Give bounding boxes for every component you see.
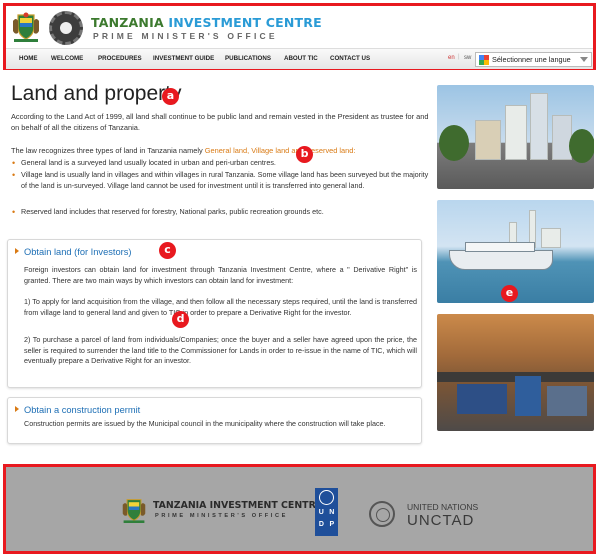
nav-item-investment-guide[interactable]: INVESTMENT GUIDE <box>153 55 214 62</box>
construction-permit-heading[interactable]: Obtain a construction permit <box>15 405 140 415</box>
dropdown-arrow-icon <box>580 57 588 62</box>
intro-paragraph: According to the Land Act of 1999, all l… <box>11 112 429 132</box>
list-item-general-land: General land is a surveyed land usually … <box>11 158 429 169</box>
language-en-link[interactable]: en <box>448 55 455 61</box>
construction-permit-text: Construction permits are issued by the M… <box>24 419 386 428</box>
nav-item-contact-us[interactable]: CONTACT US <box>330 55 370 62</box>
undp-logo[interactable]: U N D P <box>315 488 338 536</box>
undp-letter-p: P <box>329 521 335 528</box>
nav-item-welcome[interactable]: WELCOME <box>51 55 83 62</box>
undp-letter-d: D <box>318 521 324 528</box>
construction-permit-panel: Obtain a construction permit Constructio… <box>7 397 422 444</box>
annotation-badge-c: c <box>159 242 176 259</box>
list-item-village-land: Village land is usually land in villages… <box>11 170 429 191</box>
tic-gear-logo-icon <box>49 11 83 45</box>
coat-of-arms-icon <box>13 12 39 42</box>
annotation-badge-d: d <box>172 311 189 328</box>
land-types-paragraph: The law recognizes three types of land i… <box>11 145 429 156</box>
undp-letter-u: U <box>318 509 324 516</box>
annotation-badge-e: e <box>501 285 518 302</box>
nav-item-about-tic[interactable]: ABOUT TIC <box>284 55 318 62</box>
land-types-link[interactable]: General land, Village land and Reserved … <box>205 146 356 155</box>
google-translate-icon <box>479 55 489 65</box>
land-types-lead: The law recognizes three types of land i… <box>11 146 205 155</box>
org-name-part2: INVESTMENT CENTRE <box>168 15 322 30</box>
un-emblem-icon <box>369 501 395 527</box>
language-select-label: Sélectionner une langue <box>492 55 571 64</box>
obtain-land-para-2: 1) To apply for land acquisition from th… <box>24 297 417 317</box>
obtain-land-panel: Obtain land (for Investors) Foreign inve… <box>7 239 422 388</box>
nav-item-procedures[interactable]: PROCEDURES <box>98 55 142 62</box>
nav-item-home[interactable]: HOME <box>19 55 38 62</box>
obtain-land-heading[interactable]: Obtain land (for Investors) <box>15 247 131 257</box>
page: TANZANIA INVESTMENT CENTRE PRIME MINISTE… <box>0 0 599 557</box>
footer-unctad[interactable]: UNCTAD <box>407 512 474 529</box>
list-item-reserved-land: Reserved land includes that reserved for… <box>11 207 429 218</box>
page-title: Land and property <box>11 82 182 105</box>
city-skyline-photo <box>437 85 594 189</box>
logo[interactable]: TANZANIA INVESTMENT CENTRE PRIME MINISTE… <box>9 8 322 46</box>
tanzania-coat-of-arms-icon <box>122 499 146 523</box>
language-sw-link[interactable]: sw <box>464 55 471 61</box>
site-header: TANZANIA INVESTMENT CENTRE PRIME MINISTE… <box>3 3 596 70</box>
org-subtitle: PRIME MINISTER'S OFFICE <box>93 31 278 41</box>
annotation-badge-a: a <box>162 88 179 105</box>
undp-globe-icon <box>319 490 334 505</box>
main-nav: HOME WELCOME PROCEDURES INVESTMENT GUIDE… <box>6 48 593 69</box>
org-name: TANZANIA INVESTMENT CENTRE <box>91 15 322 30</box>
obtain-land-para-3: 2) To purchase a parcel of land from ind… <box>24 335 417 366</box>
footer-un-name: UNITED NATIONS <box>407 502 479 512</box>
site-footer: TANZANIA INVESTMENT CENTRE PRIME MINISTE… <box>3 464 596 554</box>
obtain-land-para-1: Foreign investors can obtain land for in… <box>24 265 417 285</box>
exhibition-hall-photo <box>437 314 594 431</box>
undp-letter-n: N <box>329 509 335 516</box>
language-select[interactable]: Sélectionner une langue <box>475 52 592 67</box>
nav-item-publications[interactable]: PUBLICATIONS <box>225 55 271 62</box>
org-name-part1: TANZANIA <box>91 15 164 30</box>
footer-tic-subtitle: PRIME MINISTER'S OFFICE <box>155 513 288 519</box>
footer-tic-name: TANZANIA INVESTMENT CENTRE <box>153 500 323 511</box>
language-separator: | <box>458 54 460 60</box>
